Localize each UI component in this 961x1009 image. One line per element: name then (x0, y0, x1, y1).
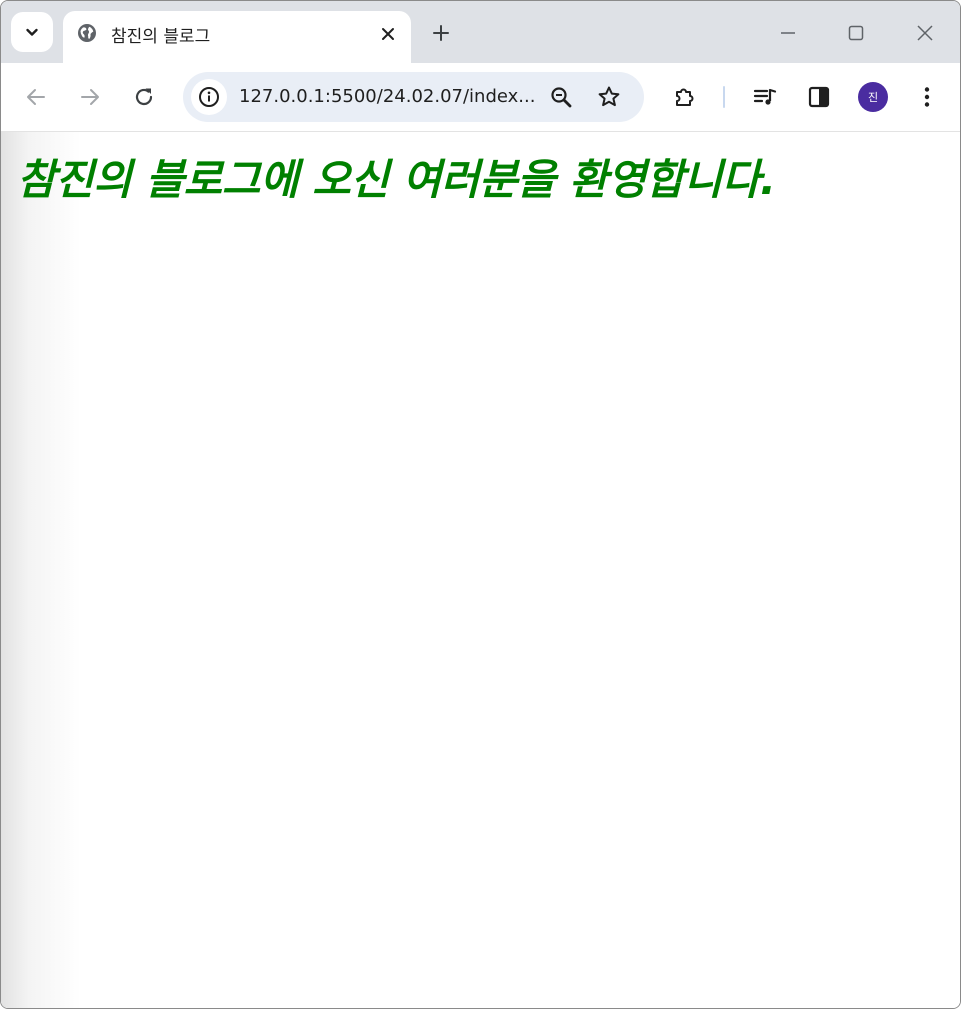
back-button[interactable] (20, 81, 52, 113)
page-content: 참진의 블로그에 오신 여러분을 환영합니다. (1, 132, 960, 1008)
close-window-button[interactable] (907, 15, 943, 51)
side-panel-icon (808, 86, 830, 108)
media-control-button[interactable] (749, 81, 781, 113)
zoom-button[interactable] (547, 83, 575, 111)
globe-icon (78, 24, 96, 42)
active-tab[interactable]: 참진의 블로그 (63, 11, 411, 63)
page-heading: 참진의 블로그에 오신 여러분을 환영합니다. (17, 155, 776, 204)
profile-avatar[interactable]: 진 (858, 82, 888, 112)
star-icon (598, 86, 620, 107)
address-url[interactable]: 127.0.0.1:5500/24.02.07/index... (239, 86, 535, 107)
side-panel-button[interactable] (803, 81, 835, 113)
chevron-down-icon (26, 28, 38, 36)
info-icon (199, 87, 219, 107)
forward-button[interactable] (74, 81, 106, 113)
close-window-icon (917, 25, 933, 41)
bookmark-star-button[interactable] (595, 83, 623, 111)
tab-search-button[interactable] (11, 12, 53, 52)
menu-button[interactable] (911, 81, 943, 113)
more-vertical-icon (924, 87, 930, 107)
zoom-icon (551, 87, 572, 108)
minimize-button[interactable] (770, 15, 806, 51)
arrow-left-icon (27, 89, 45, 105)
browser-window: 참진의 블로그 127.0.0.1:5500/24.02.07/index...… (0, 0, 961, 1009)
puzzle-icon (676, 88, 694, 106)
plus-icon (433, 25, 449, 41)
new-tab-button[interactable] (427, 19, 455, 47)
tab-title: 참진의 블로그 (111, 27, 211, 47)
toolbar-separator (723, 86, 725, 108)
minimize-icon (781, 32, 795, 34)
reload-icon (135, 88, 153, 106)
omnibox[interactable]: 127.0.0.1:5500/24.02.07/index... (183, 72, 644, 122)
tab-close-button[interactable] (375, 21, 401, 47)
playlist-music-icon (753, 88, 777, 105)
site-info-button[interactable] (191, 79, 227, 115)
arrow-right-icon (81, 89, 99, 105)
maximize-icon (848, 25, 864, 41)
reload-button[interactable] (128, 81, 160, 113)
browser-toolbar: 127.0.0.1:5500/24.02.07/index... 진 (1, 63, 960, 132)
maximize-button[interactable] (838, 15, 874, 51)
close-icon (382, 28, 394, 40)
page-left-shading (1, 132, 81, 1008)
extensions-button[interactable] (669, 81, 701, 113)
tab-strip: 참진의 블로그 (1, 1, 960, 63)
